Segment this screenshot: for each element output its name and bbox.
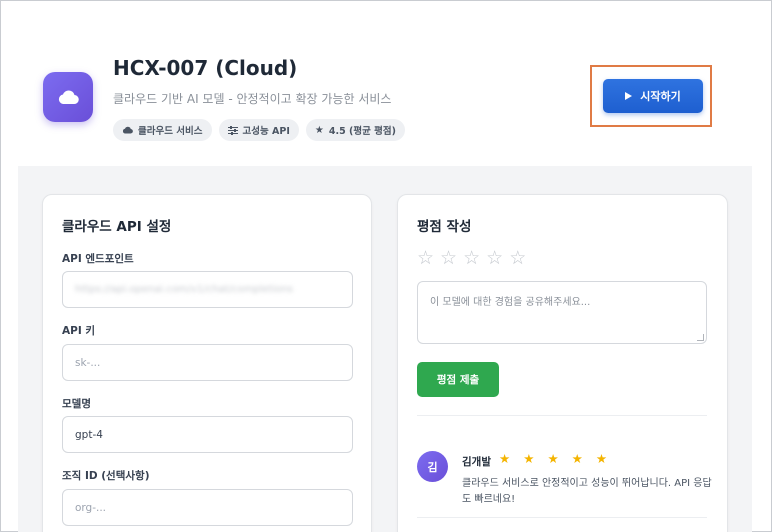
start-button-highlight: 시작하기 [590, 65, 712, 127]
endpoint-field[interactable]: https://api.openai.com/v1/chat/completio… [62, 271, 353, 308]
card-title: 클라우드 API 설정 [62, 219, 172, 235]
resize-handle-icon[interactable] [697, 334, 704, 341]
page-subtitle: 클라우드 기반 AI 모델 - 안정적이고 확장 가능한 서비스 [113, 92, 392, 106]
review-textarea-placeholder: 이 모델에 대한 경험을 공유해주세요... [430, 297, 591, 308]
api-config-card: 클라우드 API 설정 API 엔드포인트 https://api.openai… [42, 194, 372, 532]
org-id-placeholder: org-... [75, 501, 107, 514]
org-id-field[interactable]: org-... [62, 489, 353, 526]
sliders-icon [227, 125, 238, 135]
tag-high-performance: 고성능 API [218, 119, 299, 141]
star-icon[interactable]: ☆ [417, 249, 434, 268]
tag-cloud-service: 클라우드 서비스 [113, 119, 212, 141]
review-text: 클라우드 서비스로 안정적이고 성능이 뛰어납니다. API 응답도 빠르네요! [462, 478, 712, 505]
endpoint-label: API 엔드포인트 [62, 253, 134, 265]
api-key-placeholder: sk-... [75, 356, 101, 369]
main-content: 클라우드 API 설정 API 엔드포인트 https://api.openai… [18, 166, 752, 532]
divider [417, 517, 707, 518]
star-icon: ★ [547, 451, 559, 466]
reviewer-name: 김개발 [462, 456, 491, 468]
star-icon: ★ [595, 451, 608, 466]
model-header: HCX-007 (Cloud) 클라우드 기반 AI 모델 - 안정적이고 확장… [18, 18, 752, 166]
star-icon[interactable]: ☆ [440, 249, 457, 268]
app-icon [43, 72, 93, 122]
model-name-value: gpt-4 [75, 428, 103, 441]
card-title: 평점 작성 [417, 219, 472, 235]
play-icon [625, 92, 633, 100]
start-button-label: 시작하기 [640, 90, 681, 103]
rating-stars-input: ☆ ☆ ☆ ☆ ☆ [417, 249, 526, 268]
start-button[interactable]: 시작하기 [603, 79, 703, 113]
avatar-initial: 김 [427, 460, 438, 474]
star-icon: ★ [314, 124, 324, 136]
tag-label: 4.5 (평균 평점) [328, 126, 396, 137]
rating-card: 평점 작성 ☆ ☆ ☆ ☆ ☆ 이 모델에 대한 경험을 공유해주세요... 평… [397, 194, 728, 532]
star-icon: ★ [571, 451, 583, 466]
model-name-label: 모델명 [62, 398, 91, 410]
submit-rating-label: 평점 제출 [436, 374, 480, 386]
submit-rating-button[interactable]: 평점 제출 [417, 362, 499, 397]
tag-list: 클라우드 서비스 고성능 API ★ 4.5 (평균 평점) [113, 119, 405, 141]
avatar: 김 [417, 451, 448, 482]
star-icon[interactable]: ☆ [486, 249, 503, 268]
api-key-label: API 키 [62, 325, 96, 337]
star-icon[interactable]: ☆ [509, 249, 526, 268]
cloud-icon [58, 90, 79, 105]
star-icon: ★ [499, 451, 511, 466]
star-icon[interactable]: ☆ [463, 249, 480, 268]
model-name-field[interactable]: gpt-4 [62, 416, 353, 453]
api-key-field[interactable]: sk-... [62, 344, 353, 381]
star-icon: ★ [523, 451, 535, 466]
cloud-icon [122, 126, 133, 134]
tag-label: 클라우드 서비스 [138, 126, 203, 137]
divider [417, 415, 707, 416]
org-id-label: 조직 ID (선택사항) [62, 470, 150, 482]
tag-rating: ★ 4.5 (평균 평점) [305, 119, 405, 141]
review-stars: ★ ★ ★ ★ ★ [499, 451, 607, 466]
endpoint-value: https://api.openai.com/v1/chat/completio… [75, 284, 293, 295]
page-title: HCX-007 (Cloud) [113, 56, 298, 80]
review-textarea[interactable]: 이 모델에 대한 경험을 공유해주세요... [417, 281, 707, 344]
tag-label: 고성능 API [242, 126, 290, 137]
